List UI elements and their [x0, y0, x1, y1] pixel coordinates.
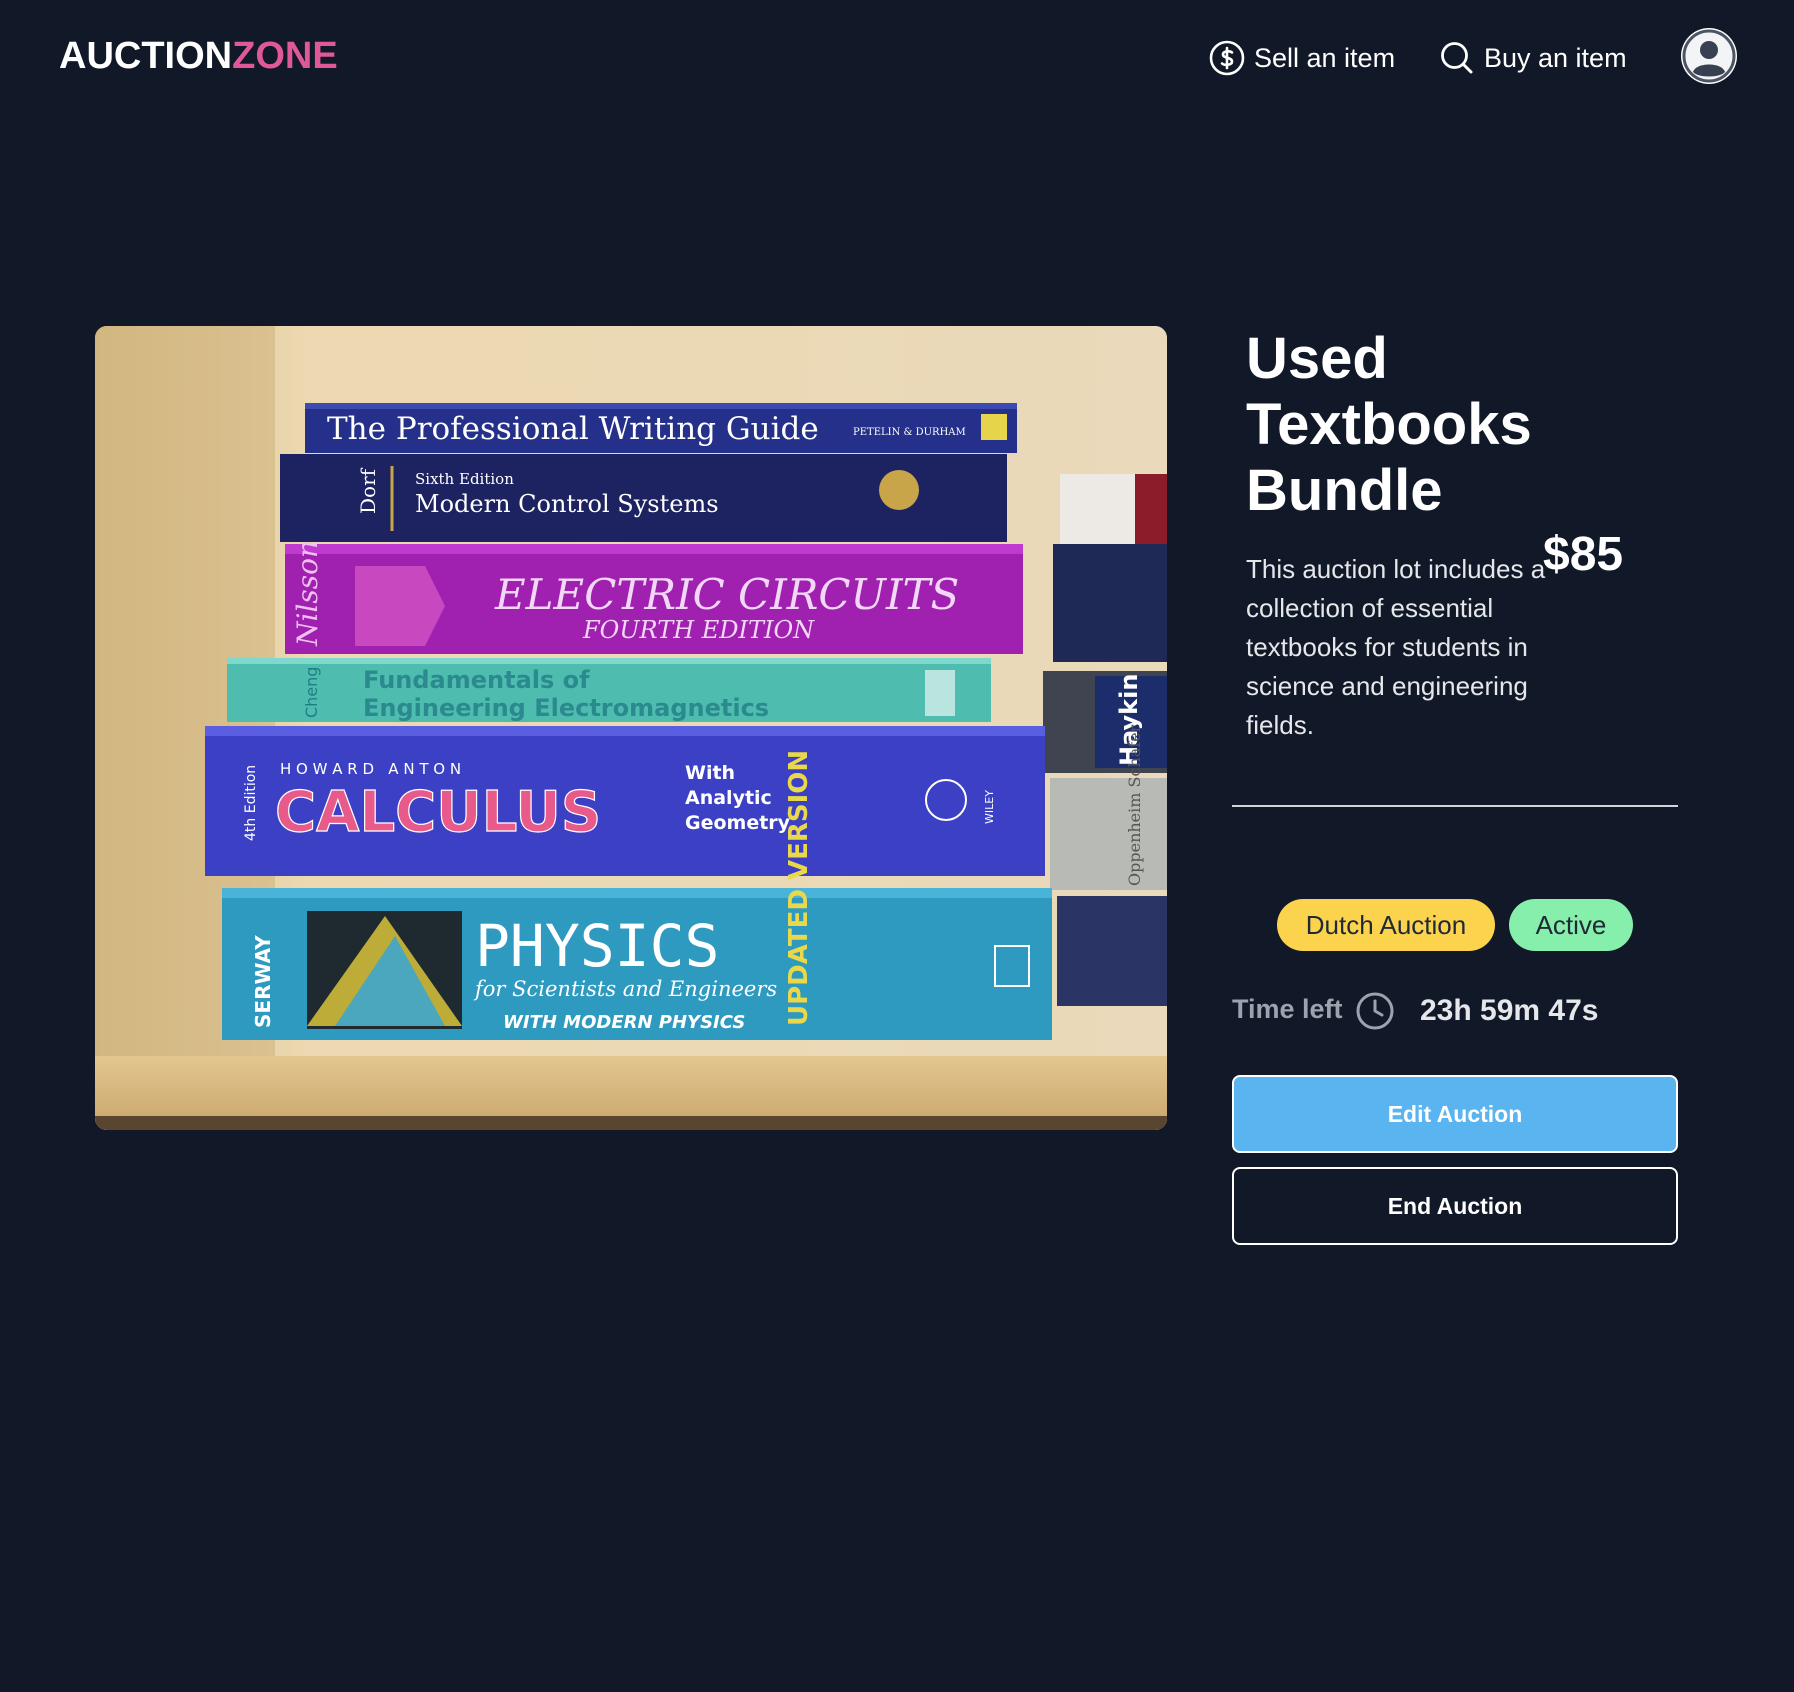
listing-title: Used Textbooks Bundle [1246, 326, 1532, 523]
spine-em-title-1: Fundamentals of [363, 666, 590, 694]
nav-sell-label: Sell an item [1254, 42, 1396, 73]
time-left-value: 23h 59m 47s [1420, 994, 1599, 1027]
spine-em-title-2: Engineering Electromagnetics [363, 694, 769, 722]
brand-part-1: AUCTION [59, 35, 233, 77]
spine-control-title: Modern Control Systems [415, 490, 719, 518]
spine-calculus-publisher: WILEY [983, 790, 996, 824]
spine-writing-guide-title: The Professional Writing Guide [327, 411, 819, 447]
spine-physics-subtitle-2: WITH MODERN PHYSICS [503, 1012, 745, 1033]
listing-image: Haykin Oppenheim Schafer The Professiona… [95, 326, 1167, 1130]
divider [1232, 805, 1678, 807]
clock-icon [1356, 992, 1394, 1030]
status-badge: Active [1509, 899, 1633, 951]
spine-circuits-author: Nilsson [291, 540, 324, 647]
spine-writing-guide-author: PETELIN & DURHAM [853, 427, 966, 438]
spine-em-author: Cheng [302, 667, 321, 718]
user-avatar-icon [1682, 29, 1736, 83]
spine-calculus-title: CALCULUS [275, 780, 601, 845]
textbooks-photo: Haykin Oppenheim Schafer The Professiona… [95, 326, 1167, 1130]
auction-type-badge: Dutch Auction [1277, 899, 1495, 951]
spine-calculus-subtitle-3: Geometry [685, 812, 791, 834]
spine-calculus-edition: 4th Edition [243, 765, 259, 841]
spine-control-edition: Sixth Edition [415, 470, 514, 488]
spine-physics-title: PHYSICS [475, 912, 719, 980]
search-icon [1441, 42, 1473, 74]
spine-circuits-edition: FOURTH EDITION [582, 616, 815, 644]
nav-buy-item[interactable]: Buy an item [1438, 38, 1627, 78]
brand-logo[interactable]: AUCTIONZONE [59, 35, 338, 78]
spine-physics-update: UPDATED VERSION [784, 750, 814, 1026]
edit-auction-button[interactable]: Edit Auction [1232, 1075, 1678, 1153]
listing-description: This auction lot includes a collection o… [1246, 554, 1546, 740]
spine-physics-subtitle: for Scientists and Engineers [473, 977, 777, 1001]
user-avatar-button[interactable] [1681, 28, 1737, 84]
brand-part-2: ZONE [232, 35, 338, 77]
spine-physics-author: SERWAY [251, 935, 275, 1028]
time-left-label: Time left [1232, 994, 1343, 1024]
nav-buy-label: Buy an item [1484, 42, 1627, 73]
listing-price: $85 [1543, 528, 1624, 581]
spine-control-author: Dorf [356, 467, 380, 514]
nav-sell-item[interactable]: Sell an item [1208, 38, 1395, 78]
spine-circuits-title: ELECTRIC CIRCUITS [494, 570, 959, 619]
end-auction-button[interactable]: End Auction [1232, 1167, 1678, 1245]
side-book-oppenheim: Oppenheim Schafer [1125, 724, 1144, 886]
dollar-circle-icon [1209, 40, 1245, 76]
spine-calculus-subtitle-2: Analytic [685, 787, 772, 809]
spine-calculus-author: H O W A R D A N T O N [280, 760, 461, 778]
spine-calculus-subtitle-1: With [685, 762, 735, 784]
